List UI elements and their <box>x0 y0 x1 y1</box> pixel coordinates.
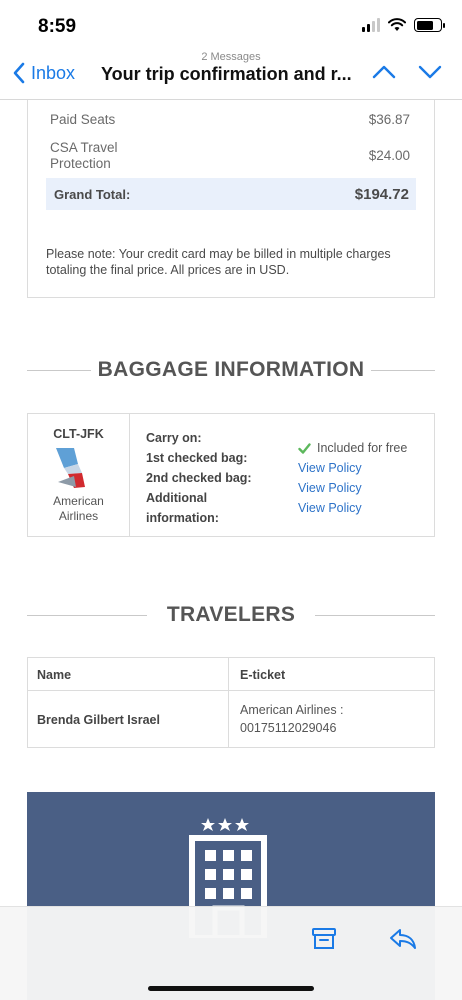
wifi-icon <box>388 18 406 31</box>
airline-logo-icon <box>56 448 85 488</box>
status-time: 8:59 <box>38 16 77 37</box>
inbox-label: Inbox <box>31 62 76 83</box>
second-checked-bag-label: 2nd checked bag: <box>146 471 252 485</box>
additional-label: Additional <box>146 491 208 505</box>
chevron-down-icon[interactable] <box>418 64 442 80</box>
carry-on-label: Carry on: <box>146 431 202 445</box>
first-checked-bag-label: 1st checked bag: <box>146 451 248 465</box>
price-amount: $36.87 <box>368 112 410 127</box>
price-summary: Paid Seats $36.87 CSA Travel Protection … <box>27 100 435 298</box>
table-divider <box>228 658 229 747</box>
battery-icon <box>414 18 445 32</box>
status-bar: 8:59 <box>0 0 462 52</box>
reply-icon[interactable] <box>389 927 417 951</box>
eticket-column-header: E-ticket <box>240 668 286 682</box>
baggage-values: Included for free View Policy View Polic… <box>298 438 407 518</box>
message-nav-arrows <box>372 64 442 80</box>
price-label: Paid Seats <box>50 112 116 127</box>
baggage-card: CLT-JFK American Airlines Carry on: 1st … <box>27 413 435 537</box>
grand-total-label: Grand Total: <box>54 187 131 202</box>
home-indicator <box>148 986 314 991</box>
table-header <box>28 658 434 691</box>
mail-nav-bar: 2 Messages Inbox Your trip confirmation … <box>0 48 462 100</box>
divider <box>315 615 435 616</box>
travelers-table: Name E-ticket Brenda Gilbert Israel Amer… <box>27 657 435 748</box>
view-policy-link-first-bag[interactable]: View Policy <box>298 458 407 478</box>
baggage-flight-info: CLT-JFK American Airlines <box>28 414 130 536</box>
billing-note: Please note: Your credit card may be bil… <box>46 247 391 277</box>
archive-icon[interactable] <box>311 927 337 951</box>
divider <box>371 370 435 371</box>
inbox-back-button[interactable]: Inbox <box>12 62 75 84</box>
name-column-header: Name <box>37 668 72 682</box>
baggage-section-heading: BAGGAGE INFORMATION <box>27 358 435 382</box>
signal-icon <box>362 18 380 32</box>
message-subject: Your trip confirmation and r... <box>101 64 352 84</box>
traveler-eticket: American Airlines : 00175112029046 <box>240 703 344 735</box>
airline-name: American Airlines <box>53 494 104 523</box>
chevron-left-icon <box>13 62 25 84</box>
information-label: information: <box>146 511 219 525</box>
status-icons <box>362 18 445 32</box>
view-policy-link-second-bag[interactable]: View Policy <box>298 478 407 498</box>
checkmark-icon <box>298 442 311 454</box>
price-amount: $24.00 <box>368 148 410 163</box>
chevron-up-icon[interactable] <box>372 64 396 80</box>
flight-route: CLT-JFK <box>53 427 104 441</box>
price-row-travel-protection: CSA Travel Protection $24.00 <box>50 140 410 172</box>
traveler-name: Brenda Gilbert Israel <box>37 713 160 727</box>
baggage-labels: Carry on: 1st checked bag: 2nd checked b… <box>146 428 252 528</box>
grand-total-row: Grand Total: $194.72 <box>46 178 416 210</box>
carry-on-value: Included for free <box>298 438 407 458</box>
view-policy-link-additional[interactable]: View Policy <box>298 498 407 518</box>
grand-total-amount: $194.72 <box>354 186 409 203</box>
price-label: CSA Travel Protection <box>50 140 118 171</box>
included-free-text: Included for free <box>317 441 408 455</box>
price-row-paid-seats: Paid Seats $36.87 <box>50 112 410 127</box>
travelers-section-heading: TRAVELERS <box>27 603 435 627</box>
